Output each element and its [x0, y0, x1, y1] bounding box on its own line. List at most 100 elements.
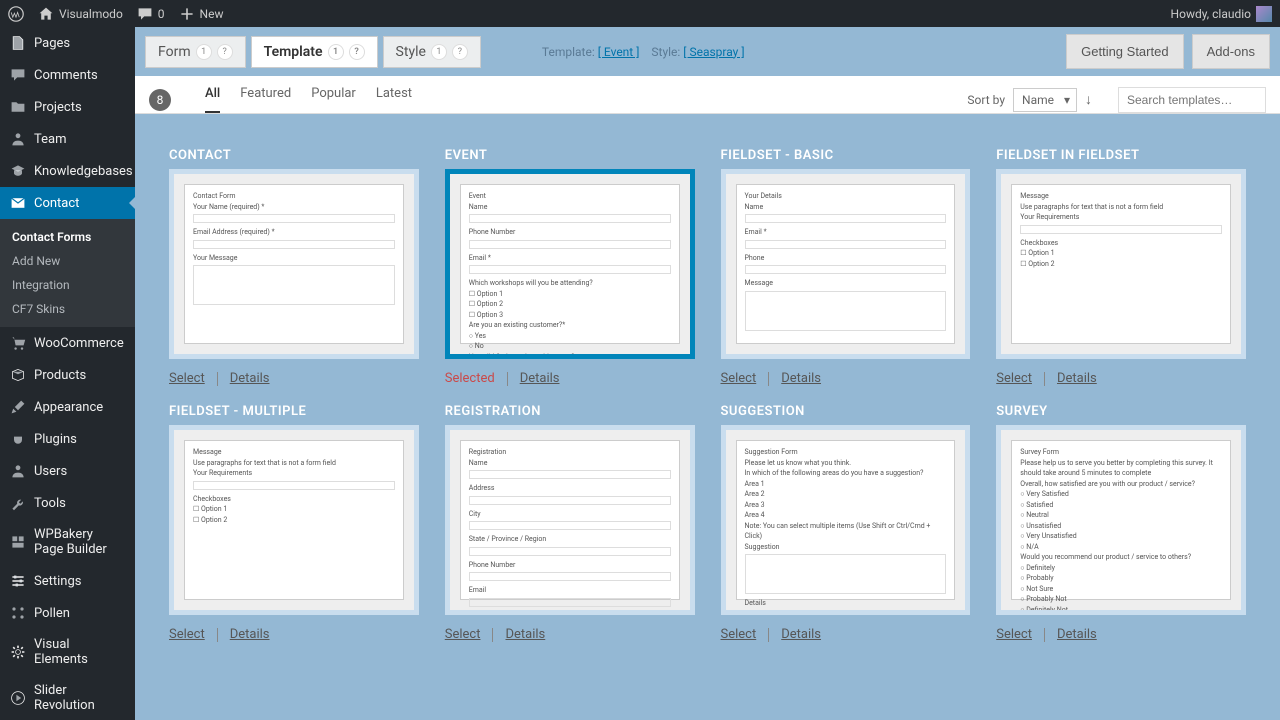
details-link[interactable]: Details	[1057, 371, 1097, 386]
details-link[interactable]: Details	[1057, 627, 1097, 642]
help-icon[interactable]: ?	[452, 44, 468, 60]
sidebar-item-woocommerce[interactable]: WooCommerce	[0, 327, 135, 359]
details-link[interactable]: Details	[230, 627, 270, 642]
details-link[interactable]: Details	[230, 371, 270, 386]
sidebar-item-users[interactable]: Users	[0, 455, 135, 487]
tab-count: 1	[196, 44, 212, 60]
info-style-value[interactable]: [ Seaspray ]	[683, 45, 744, 59]
template-preview[interactable]: Contact FormYour Name (required) *Email …	[169, 169, 419, 359]
info-template-value[interactable]: [ Event ]	[598, 45, 640, 59]
sidebar-item-label: Settings	[34, 574, 81, 589]
info-template-label: Template:	[542, 45, 595, 59]
user-greeting[interactable]: Howdy, claudio	[1171, 6, 1272, 22]
select-link[interactable]: Select	[445, 627, 481, 642]
template-count: 8	[149, 89, 171, 111]
play-icon	[10, 690, 26, 706]
wpb-icon	[10, 534, 26, 550]
addons-button[interactable]: Add-ons	[1192, 34, 1270, 69]
select-link[interactable]: Select	[721, 371, 757, 386]
sidebar-item-appearance[interactable]: Appearance	[0, 391, 135, 423]
brush-icon	[10, 399, 26, 415]
tab-form[interactable]: Form1?	[145, 36, 246, 68]
details-link[interactable]: Details	[520, 371, 560, 386]
card-title: SUGGESTION	[721, 404, 971, 419]
cart-icon	[10, 335, 26, 351]
submenu-cf7-skins[interactable]: CF7 Skins	[0, 297, 135, 321]
admin-sidebar: PagesCommentsProjectsTeamKnowledgebasesC…	[0, 27, 135, 720]
sidebar-item-products[interactable]: Products	[0, 359, 135, 391]
sort-direction-icon[interactable]: ↓	[1085, 91, 1092, 108]
search-input[interactable]	[1118, 87, 1266, 113]
sidebar-item-tools[interactable]: Tools	[0, 487, 135, 519]
sidebar-item-pages[interactable]: Pages	[0, 27, 135, 59]
tab-count: 1	[328, 44, 344, 60]
details-link[interactable]: Details	[505, 627, 545, 642]
wp-logo[interactable]	[8, 6, 24, 22]
sidebar-item-label: Pollen	[34, 606, 70, 621]
template-preview[interactable]: EventNamePhone NumberEmail *Which worksh…	[445, 169, 695, 359]
new-content[interactable]: New	[179, 6, 224, 22]
sidebar-item-pollen[interactable]: Pollen	[0, 597, 135, 629]
select-link[interactable]: Select	[996, 627, 1032, 642]
template-preview[interactable]: RegistrationNameAddressCityState / Provi…	[445, 425, 695, 615]
template-card: EVENTEventNamePhone NumberEmail *Which w…	[445, 148, 695, 386]
card-title: FIELDSET IN FIELDSET	[996, 148, 1246, 163]
template-grid: CONTACTContact FormYour Name (required) …	[135, 114, 1280, 676]
sidebar-item-label: Visual Elements	[34, 637, 125, 667]
filter-featured[interactable]: Featured	[240, 86, 291, 113]
template-preview[interactable]: Survey FormPlease help us to serve you b…	[996, 425, 1246, 615]
sidebar-item-label: Comments	[34, 68, 98, 83]
select-link[interactable]: Select	[996, 371, 1032, 386]
comments-count[interactable]: 0	[137, 6, 165, 22]
sidebar-item-label: Products	[34, 368, 86, 383]
submenu-add-new[interactable]: Add New	[0, 249, 135, 273]
template-preview[interactable]: Your DetailsNameEmail *PhoneMessage	[721, 169, 971, 359]
help-icon[interactable]: ?	[217, 44, 233, 60]
template-card: FIELDSET IN FIELDSET MessageUse paragraph…	[996, 148, 1246, 386]
template-preview[interactable]: MessageUse paragraphs for text that is n…	[996, 169, 1246, 359]
page-icon	[10, 35, 26, 51]
sidebar-item-label: WPBakery Page Builder	[34, 527, 125, 557]
select-link[interactable]: Select	[169, 627, 205, 642]
skins-toolbar: Form1?Template1?Style1? Template: [ Even…	[135, 27, 1280, 76]
sidebar-item-visual-elements[interactable]: Visual Elements	[0, 629, 135, 675]
sort-select[interactable]: Name	[1013, 88, 1077, 112]
info-style-label: Style:	[651, 45, 680, 59]
cap-icon	[10, 163, 26, 179]
sidebar-item-comments[interactable]: Comments	[0, 59, 135, 91]
details-link[interactable]: Details	[781, 627, 821, 642]
help-icon[interactable]: ?	[349, 44, 365, 60]
sidebar-item-wpbakery-page-builder[interactable]: WPBakery Page Builder	[0, 519, 135, 565]
filter-popular[interactable]: Popular	[311, 86, 356, 113]
template-preview[interactable]: MessageUse paragraphs for text that is n…	[169, 425, 419, 615]
comment-icon	[10, 67, 26, 83]
filter-bar: 8 AllFeaturedPopularLatest Sort by Name …	[135, 76, 1280, 114]
getting-started-button[interactable]: Getting Started	[1066, 34, 1183, 69]
sidebar-item-knowledgebases[interactable]: Knowledgebases	[0, 155, 135, 187]
details-link[interactable]: Details	[781, 371, 821, 386]
sidebar-item-plugins[interactable]: Plugins	[0, 423, 135, 455]
site-link[interactable]: Visualmodo	[38, 6, 123, 22]
sidebar-item-team[interactable]: Team	[0, 123, 135, 155]
gear-icon	[10, 644, 26, 660]
sidebar-item-projects[interactable]: Projects	[0, 91, 135, 123]
filter-all[interactable]: All	[205, 86, 220, 113]
sidebar-item-contact[interactable]: Contact	[0, 187, 135, 219]
sidebar-item-settings[interactable]: Settings	[0, 565, 135, 597]
submenu-contact-forms[interactable]: Contact Forms	[0, 225, 135, 249]
tab-style[interactable]: Style1?	[383, 36, 481, 68]
submenu-integration[interactable]: Integration	[0, 273, 135, 297]
plug-icon	[10, 431, 26, 447]
select-link[interactable]: Select	[169, 371, 205, 386]
template-card: CONTACTContact FormYour Name (required) …	[169, 148, 419, 386]
template-preview[interactable]: Suggestion FormPlease let us know what y…	[721, 425, 971, 615]
dots-icon	[10, 605, 26, 621]
sidebar-item-label: Appearance	[34, 400, 103, 415]
box-icon	[10, 367, 26, 383]
sidebar-item-slider-revolution[interactable]: Slider Revolution	[0, 675, 135, 720]
admin-bar: Visualmodo 0 New Howdy, claudio	[0, 0, 1280, 27]
tab-template[interactable]: Template1?	[251, 36, 378, 68]
select-link[interactable]: Select	[721, 627, 757, 642]
sidebar-item-label: WooCommerce	[34, 336, 124, 351]
filter-latest[interactable]: Latest	[376, 86, 412, 113]
